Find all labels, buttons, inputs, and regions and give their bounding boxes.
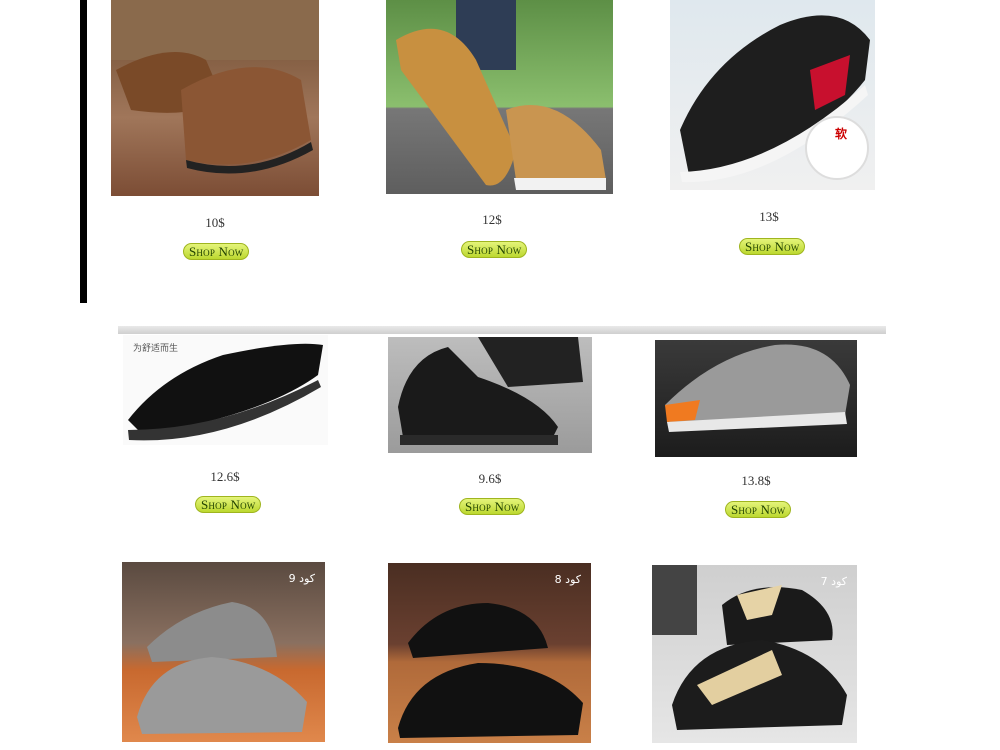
product-image-7[interactable]: كود 9 (122, 562, 325, 742)
shop-now-button-6[interactable]: Shop Now (725, 501, 792, 518)
product-image-1[interactable] (111, 0, 319, 196)
shop-now-button-1[interactable]: Shop Now (183, 243, 250, 260)
shoe-icon (398, 337, 583, 445)
product-image-6[interactable] (655, 340, 857, 457)
product-price-5: 9.6$ (478, 471, 502, 486)
badge-label: 软 (834, 127, 847, 141)
shoe-icon (137, 602, 307, 734)
shop-now-button-4[interactable]: Shop Now (195, 496, 262, 513)
section-divider (118, 326, 886, 334)
product-price-3: 13$ (759, 209, 779, 224)
shoe-icon (111, 0, 319, 174)
product-image-3[interactable]: 软 (670, 0, 875, 190)
product-image-4[interactable]: 为舒适而生 (123, 335, 328, 445)
shoe-icon (398, 603, 583, 738)
product-price-1: 10$ (205, 215, 225, 230)
product-price-2: 12$ (482, 212, 502, 227)
shoe-icon (128, 343, 323, 441)
product-price-6: 13.8$ (741, 473, 771, 488)
product-image-8[interactable]: كود 8 (388, 563, 591, 743)
shoe-icon (652, 565, 847, 730)
product-image-2[interactable] (386, 0, 613, 194)
shoe-icon (396, 0, 606, 190)
shoe-icon (665, 344, 850, 432)
product-image-5[interactable] (388, 337, 592, 453)
product-image-9[interactable]: كود 7 (652, 565, 857, 743)
shop-now-button-2[interactable]: Shop Now (461, 241, 528, 258)
shop-now-button-5[interactable]: Shop Now (459, 498, 526, 515)
product-price-4: 12.6$ (210, 469, 240, 484)
left-divider-bar (80, 0, 87, 303)
shop-now-button-3[interactable]: Shop Now (739, 238, 806, 255)
